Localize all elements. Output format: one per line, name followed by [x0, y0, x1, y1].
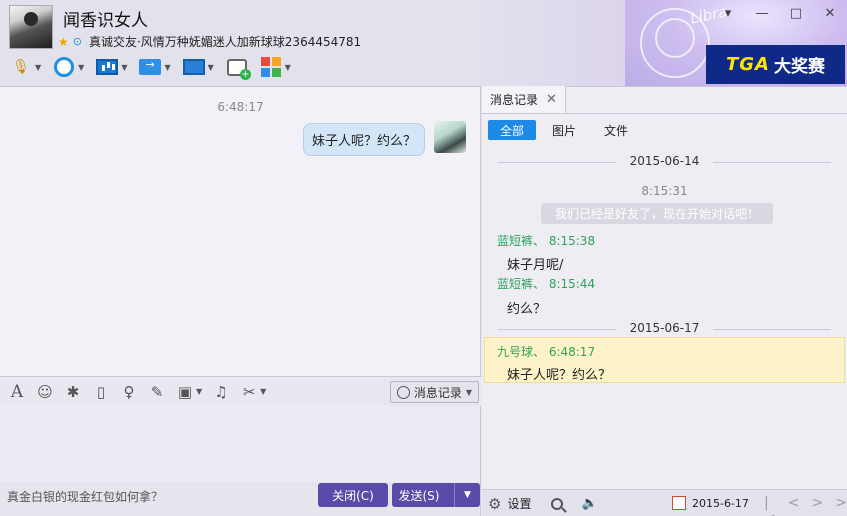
contact-avatar[interactable]: [9, 5, 53, 49]
speaker-icon[interactable]: 🔈: [581, 496, 597, 511]
emoji-icon[interactable]: ☺: [36, 383, 54, 401]
chevron-down-icon[interactable]: ▼: [208, 63, 214, 72]
settings-label[interactable]: 设置: [507, 495, 531, 512]
gear-icon[interactable]: ⚙: [488, 495, 501, 513]
minimize-button[interactable]: —: [755, 6, 769, 21]
chevron-down-icon[interactable]: ▼: [78, 63, 84, 72]
chat-message-area[interactable]: 6:48:17 妹子人呢？约么？: [0, 86, 481, 376]
chevron-down-icon[interactable]: ▼: [285, 63, 291, 72]
history-message-header: 九号球、 6:48:17: [497, 345, 596, 359]
sent-message-bubble[interactable]: 妹子人呢？约么？: [302, 123, 425, 156]
history-bottom-bar: ⚙ 设置 🔈 2015-6-17 |< < > >|: [482, 489, 847, 516]
edit-icon[interactable]: ✎: [148, 383, 166, 401]
qq-status-icon[interactable]: ⊙: [73, 35, 82, 48]
chevron-down-icon[interactable]: ▼: [260, 387, 266, 396]
message-timestamp: 6:48:17: [217, 100, 264, 114]
history-date[interactable]: 2015-6-17: [692, 497, 749, 510]
folder-transfer-icon: [139, 56, 162, 78]
tga-ad-banner[interactable]: TGA 大奖赛: [706, 45, 845, 84]
send-file-button[interactable]: ▼: [135, 54, 174, 80]
video-call-button[interactable]: ▼: [49, 54, 88, 80]
history-message-header: 蓝短裤、 8:15:44: [497, 277, 596, 291]
clock-icon: [396, 385, 410, 399]
history-message-body[interactable]: 妹子人呢？约么？: [507, 364, 611, 383]
remote-desktop-icon: [182, 56, 205, 78]
contact-name[interactable]: 闻香识女人: [63, 6, 148, 31]
chat-toolbar: 🎙▼ ▼ ▼ ▼ ▼ ▼: [6, 54, 295, 80]
create-discussion-button[interactable]: [222, 54, 252, 80]
maximize-button[interactable]: □: [789, 6, 803, 21]
voice-call-button[interactable]: 🎙 ▼: [6, 54, 45, 80]
close-window-button[interactable]: ✕: [823, 6, 837, 21]
music-icon[interactable]: ♫: [212, 383, 230, 401]
contact-status-row: ★ ⊙ 真诚交友·风情万种妩媚迷人加新球球2364454781: [58, 33, 361, 50]
self-avatar[interactable]: [434, 121, 466, 153]
message-history-button[interactable]: 消息记录 ▼: [389, 381, 479, 403]
remote-desktop-button[interactable]: ▼: [179, 54, 218, 80]
system-timestamp: 8:15:31: [641, 184, 688, 198]
chevron-down-icon[interactable]: ▼: [196, 387, 202, 396]
history-message-body[interactable]: 约么？: [507, 298, 546, 317]
history-pager: |< < > >|: [764, 495, 847, 516]
input-toolbar: A ☺ ✱ ▯ ♀ ✎ ▣ ▼ ♫ ✂ ▼ 消息记录 ▼: [0, 376, 481, 406]
star-icon[interactable]: ★: [58, 35, 69, 49]
chevron-down-icon[interactable]: ▼: [121, 63, 127, 72]
magic-wand-icon[interactable]: ✱: [64, 383, 82, 401]
history-message-body[interactable]: 妹子月呢/: [507, 254, 563, 273]
window-controls: ▾ — □ ✕: [721, 6, 837, 21]
screenshot-scissors-icon[interactable]: ✂: [240, 383, 258, 401]
screen-share-button[interactable]: ▼: [92, 54, 131, 80]
note-add-icon: [226, 56, 251, 80]
send-button-label: 发送(S): [398, 488, 440, 503]
date-separator: 2015-06-14: [482, 154, 847, 168]
message-input[interactable]: [0, 406, 481, 482]
next-page-icon[interactable]: >: [811, 495, 823, 516]
tga-banner-text: 大奖赛: [773, 57, 825, 77]
history-tabbar: 消息记录 ✕: [482, 86, 847, 114]
chevron-down-icon[interactable]: ▼: [35, 63, 41, 72]
filter-images[interactable]: 图片: [540, 120, 588, 140]
history-filter-tabs: 全部 图片 文件: [488, 120, 640, 140]
search-icon[interactable]: [551, 497, 564, 510]
history-panel: 消息记录 ✕ 全部 图片 文件 2015-06-14 8:15:31 我们已经是…: [482, 86, 847, 516]
tab-label: 消息记录: [490, 93, 539, 107]
voice-message-icon[interactable]: ♀: [120, 383, 138, 401]
microphone-icon: 🎙: [12, 59, 30, 75]
chevron-down-icon: ▼: [465, 387, 472, 397]
first-page-icon[interactable]: |<: [764, 495, 776, 516]
contact-signature: 真诚交友·风情万种妩媚迷人加新球球2364454781: [88, 35, 362, 49]
tga-logo: TGA: [726, 54, 770, 75]
tab-message-history[interactable]: 消息记录 ✕: [482, 86, 566, 113]
filter-all[interactable]: 全部: [488, 120, 537, 140]
presentation-icon: [96, 56, 119, 78]
image-icon[interactable]: ▣: [176, 383, 194, 401]
decoration-arc: [655, 18, 695, 58]
send-button[interactable]: 发送(S) ▼: [392, 483, 480, 507]
send-options-dropdown[interactable]: ▼: [454, 483, 480, 507]
apps-grid-icon: [260, 56, 282, 78]
font-icon[interactable]: A: [8, 382, 26, 402]
chat-bottom-bar: 真金白银的现金红包如何拿？ 关闭(C) 发送(S) ▼: [0, 482, 481, 516]
close-icon[interactable]: ✕: [546, 92, 557, 107]
system-message: 我们已经是好友了，现在开始对话吧！: [541, 203, 773, 224]
settings-menu-button[interactable]: ▾: [721, 6, 735, 21]
shake-icon[interactable]: ▯: [92, 383, 110, 401]
history-message-header: 蓝短裤、 8:15:38: [497, 234, 596, 248]
filter-files[interactable]: 文件: [592, 120, 640, 140]
prev-page-icon[interactable]: <: [788, 495, 800, 516]
message-history-label: 消息记录: [413, 385, 462, 400]
promo-link[interactable]: 真金白银的现金红包如何拿？: [7, 488, 163, 505]
last-page-icon[interactable]: >|: [835, 495, 847, 516]
apps-button[interactable]: ▼: [256, 54, 295, 80]
date-separator: 2015-06-17: [482, 321, 847, 335]
chevron-down-icon[interactable]: ▼: [164, 63, 170, 72]
close-button[interactable]: 关闭(C): [318, 483, 388, 507]
camera-icon: [53, 56, 75, 78]
calendar-icon[interactable]: [672, 496, 686, 510]
chat-header: Libra 闻香识女人 ★ ⊙ 真诚交友·风情万种妩媚迷人加新球球2364454…: [0, 0, 847, 86]
